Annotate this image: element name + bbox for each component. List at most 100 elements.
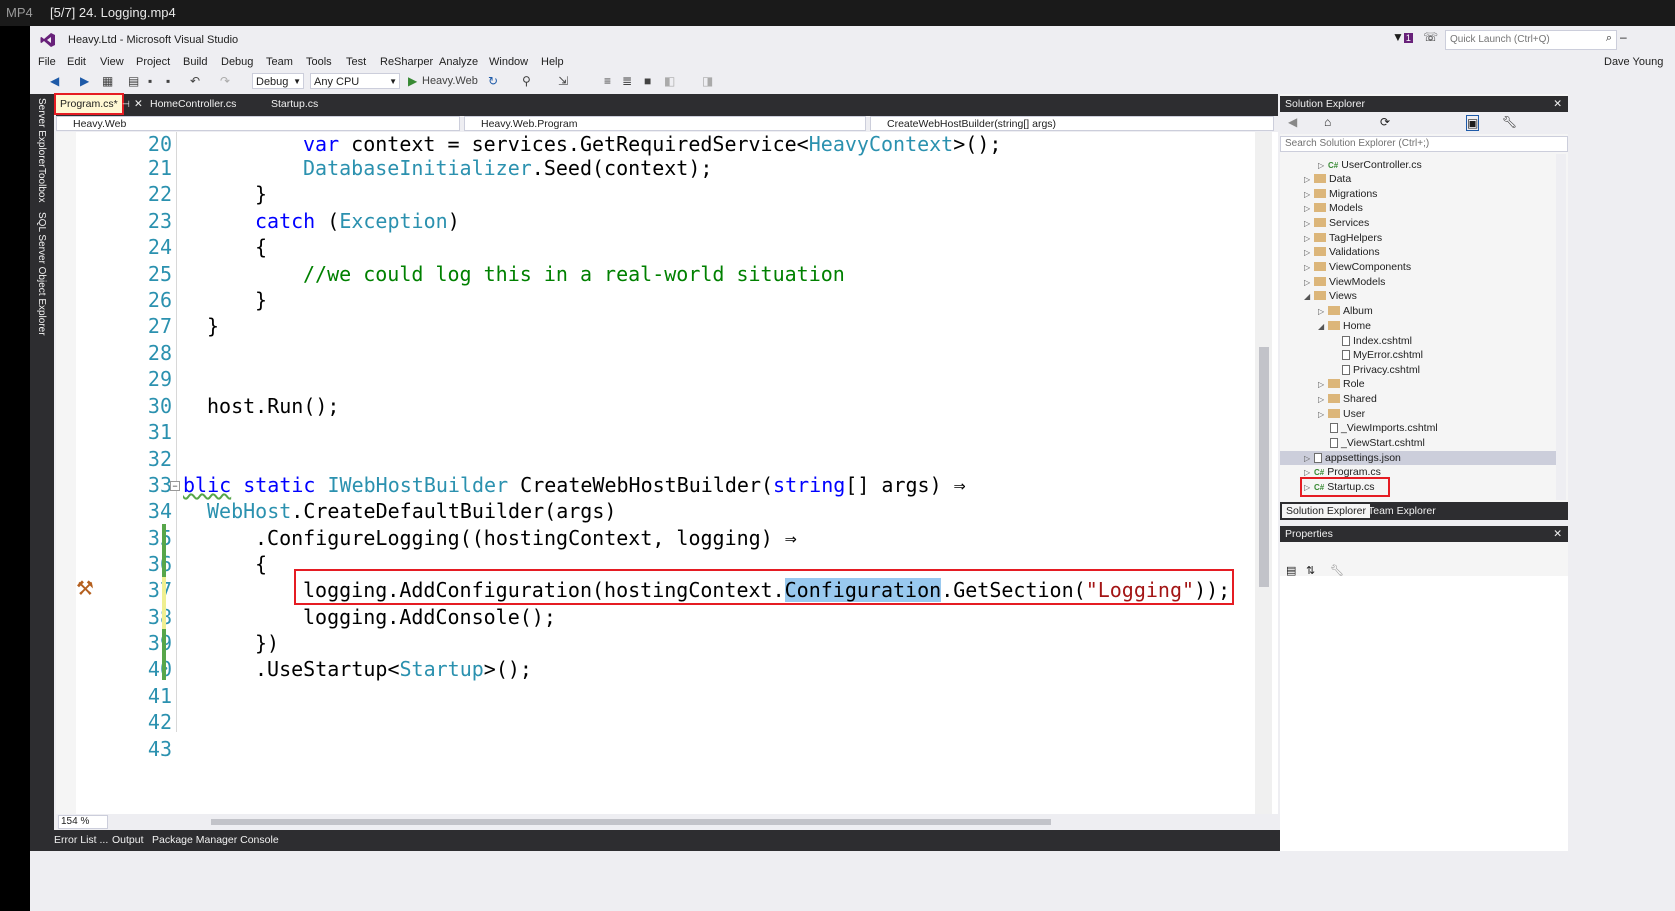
line-number: 25 [147, 262, 172, 286]
menu-edit[interactable]: Edit [67, 56, 86, 68]
tree-item[interactable]: ▷ Role [1318, 377, 1365, 391]
close-tab-icon[interactable]: ✕ [130, 95, 147, 113]
feedback-icon[interactable]: ☏ [1423, 30, 1438, 44]
solution-tree-scrollbar[interactable] [1556, 154, 1566, 500]
notifications-flag-icon[interactable]: ▼ 1 [1392, 30, 1413, 44]
tree-item[interactable]: MyError.cshtml [1342, 348, 1423, 362]
tree-item[interactable]: ▷ ViewComponents [1304, 260, 1411, 274]
tree-item[interactable]: ▷ C# UserController.cs [1318, 158, 1422, 172]
find-icon[interactable]: ⚲ [522, 74, 531, 88]
zoom-select[interactable]: 154 % [58, 815, 108, 829]
platform-select[interactable]: Any CPU ▼ [310, 73, 400, 89]
tab-team-explorer[interactable]: Team Explorer [1364, 504, 1440, 518]
tab-program-cs[interactable]: Program.cs* [54, 93, 124, 115]
menu-team[interactable]: Team [266, 56, 293, 68]
forward-icon[interactable]: ▶ [80, 74, 89, 88]
comment-icon[interactable]: ≡ [604, 74, 611, 88]
menu-resharper[interactable]: ReSharper [380, 56, 433, 68]
member-nav-select[interactable]: CreateWebHostBuilder(string[] args) [870, 116, 1274, 131]
save-icon[interactable]: ▪ [148, 74, 152, 88]
redo-icon[interactable]: ↷ [220, 74, 230, 88]
undo-icon[interactable]: ↶ [190, 74, 200, 88]
tree-item[interactable]: ▷ User [1318, 407, 1365, 421]
expand-icon: ▷ [1304, 190, 1311, 199]
menu-debug[interactable]: Debug [221, 56, 253, 68]
new-project-icon[interactable]: ▦ [102, 74, 113, 88]
bookmark-icon[interactable]: ■ [644, 74, 651, 88]
tree-item[interactable]: ▷ Data [1304, 172, 1351, 186]
tree-item[interactable]: ▷ Validations [1304, 245, 1380, 259]
line-number: 33 [147, 473, 172, 497]
menu-view[interactable]: View [100, 56, 124, 68]
expand-icon: ▷ [1318, 161, 1325, 170]
tab-solution-explorer[interactable]: Solution Explorer [1282, 504, 1370, 518]
tree-item[interactable]: _ViewStart.cshtml [1330, 436, 1425, 450]
menu-tools[interactable]: Tools [306, 56, 332, 68]
save-all-icon[interactable]: ▪ [166, 74, 170, 88]
tree-item[interactable]: ▷ Models [1304, 201, 1363, 215]
menu-analyze[interactable]: Analyze [439, 56, 478, 68]
error-list-tab[interactable]: Error List ... [54, 834, 108, 846]
refresh-icon[interactable]: ↻ [488, 74, 498, 88]
server-explorer-tab[interactable]: Server Explorer [36, 98, 47, 167]
uncomment-icon[interactable]: ≣ [622, 74, 632, 88]
solution-search-box[interactable]: Search Solution Explorer (Ctrl+;) [1280, 136, 1568, 152]
back-icon[interactable]: ◀ [50, 74, 59, 88]
start-debug-icon[interactable]: ▶ [408, 74, 417, 88]
tree-item[interactable]: ▷ TagHelpers [1304, 231, 1382, 245]
collapse-toggle-icon[interactable]: − [170, 481, 180, 491]
code-line-38: logging.AddConsole(); [303, 605, 556, 629]
show-all-files-icon[interactable]: ▣ [1466, 115, 1480, 131]
prev-bookmark-icon[interactable]: ◧ [664, 74, 675, 88]
package-manager-console-tab[interactable]: Package Manager Console [152, 834, 279, 846]
menu-file[interactable]: File [38, 56, 56, 68]
tree-item[interactable]: _ViewImports.cshtml [1330, 421, 1438, 435]
menu-window[interactable]: Window [489, 56, 528, 68]
tab-startup-cs[interactable]: Startup.cs [267, 95, 322, 113]
type-nav-select[interactable]: Heavy.Web.Program [464, 116, 866, 131]
signed-in-user[interactable]: Dave Young [1604, 56, 1663, 68]
sql-server-object-explorer-tab[interactable]: SQL Server Object Explorer [36, 212, 47, 336]
tree-item-label: Validations [1329, 246, 1380, 258]
toolbox-tab[interactable]: Toolbox [36, 168, 47, 202]
tree-item[interactable]: ◢ Home [1318, 319, 1371, 333]
sync-icon[interactable]: ⟳ [1380, 115, 1390, 129]
line-number: 31 [147, 420, 172, 444]
horizontal-scroll-thumb[interactable] [211, 819, 1051, 825]
minimize-icon[interactable]: – [1620, 30, 1627, 44]
tree-item[interactable]: ▷ Album [1318, 304, 1373, 318]
tree-item[interactable]: ▷ Shared [1318, 392, 1377, 406]
quick-action-hammer-icon[interactable]: ⚒ [76, 576, 94, 601]
next-bookmark-icon[interactable]: ◨ [702, 74, 713, 88]
output-tab[interactable]: Output [112, 834, 144, 846]
tree-item[interactable]: Index.cshtml [1342, 334, 1412, 348]
close-icon[interactable]: ✕ [1553, 526, 1562, 542]
menu-build[interactable]: Build [183, 56, 207, 68]
tab-homecontroller-cs[interactable]: HomeController.cs [146, 95, 240, 113]
tree-item[interactable]: ▷ ViewModels [1304, 275, 1385, 289]
properties-wrench-icon[interactable]: 🔧︎ [1502, 115, 1517, 129]
open-icon[interactable]: ▤ [128, 74, 139, 88]
menu-project[interactable]: Project [136, 56, 170, 68]
token: ) [447, 209, 460, 233]
tree-item-selected[interactable]: ▷ appsettings.json [1280, 451, 1556, 465]
solution-config-select[interactable]: Debug ▼ [252, 73, 304, 89]
tree-item[interactable]: ▷ Migrations [1304, 187, 1377, 201]
line-number: 27 [147, 314, 172, 338]
start-target-label[interactable]: Heavy.Web [422, 75, 478, 87]
home-icon[interactable]: ⌂ [1324, 115, 1331, 129]
vertical-scroll-thumb[interactable] [1259, 347, 1269, 587]
quick-launch-box[interactable]: ⌕ [1445, 30, 1617, 50]
back-icon[interactable]: ◀ [1288, 115, 1297, 129]
quick-launch-input[interactable] [1446, 31, 1594, 47]
project-nav-select[interactable]: Heavy.Web [56, 116, 460, 131]
close-icon[interactable]: ✕ [1553, 96, 1562, 112]
menu-test[interactable]: Test [346, 56, 366, 68]
menu-help[interactable]: Help [541, 56, 564, 68]
zoom-value: 154 % [61, 816, 90, 827]
code-editor[interactable]: 20 21 22 23 24 25 26 27 28 29 30 31 32 33 34 35 36 37 38 39… [56, 132, 1278, 814]
tree-item[interactable]: ◢ Views [1304, 289, 1357, 303]
tree-item[interactable]: Privacy.cshtml [1342, 363, 1420, 377]
step-icon[interactable]: ⇲ [558, 74, 568, 88]
tree-item[interactable]: ▷ Services [1304, 216, 1369, 230]
